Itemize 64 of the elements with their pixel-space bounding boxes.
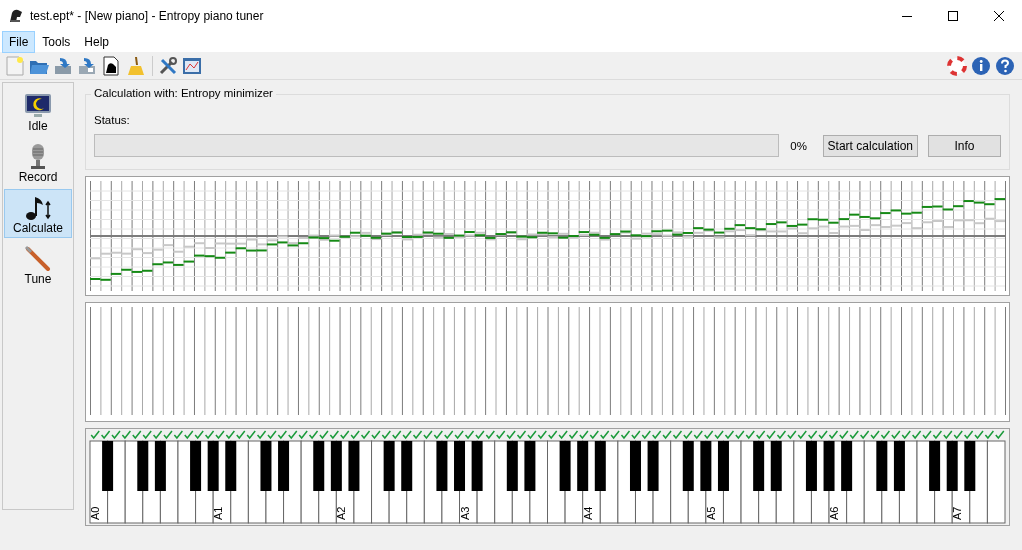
sharp-key[interactable] bbox=[260, 441, 272, 491]
sharp-key[interactable] bbox=[964, 441, 976, 491]
sharp-key[interactable] bbox=[401, 441, 413, 491]
menu-item[interactable]: Tools bbox=[35, 30, 78, 53]
progress-reading: 0% bbox=[789, 139, 808, 152]
sharp-key[interactable] bbox=[559, 441, 571, 491]
start-button[interactable]: Start calculation bbox=[822, 134, 918, 157]
sharp-key[interactable] bbox=[929, 441, 941, 491]
status-label: Status: bbox=[94, 114, 131, 126]
key-label: A4 bbox=[581, 506, 594, 520]
sharp-key[interactable] bbox=[594, 441, 606, 491]
document-icon[interactable] bbox=[100, 54, 122, 77]
sharp-key[interactable] bbox=[841, 441, 853, 491]
mode-button[interactable]: Record bbox=[4, 138, 72, 187]
sharp-key[interactable] bbox=[717, 441, 729, 491]
sharp-key[interactable] bbox=[647, 441, 659, 491]
sharp-key[interactable] bbox=[770, 441, 782, 491]
key-label: A2 bbox=[335, 506, 348, 520]
sharp-key[interactable] bbox=[805, 441, 817, 491]
sharp-key[interactable] bbox=[753, 441, 765, 491]
key-label: A0 bbox=[89, 506, 101, 520]
info-button[interactable]: Info bbox=[928, 134, 1001, 157]
sharp-key[interactable] bbox=[383, 441, 395, 491]
sharp-key[interactable] bbox=[225, 441, 237, 491]
sharp-key[interactable] bbox=[823, 441, 835, 491]
sharp-key[interactable] bbox=[700, 441, 712, 491]
sharp-key[interactable] bbox=[506, 441, 518, 491]
sharp-key[interactable] bbox=[436, 441, 448, 491]
sharp-key[interactable] bbox=[102, 441, 114, 491]
menu-item[interactable]: File bbox=[2, 30, 36, 53]
key-label: A3 bbox=[458, 506, 471, 520]
sharp-key[interactable] bbox=[313, 441, 325, 491]
sharp-key[interactable] bbox=[207, 441, 219, 491]
lifebuoy-icon[interactable] bbox=[946, 54, 968, 77]
sharp-key[interactable] bbox=[330, 441, 342, 491]
mode-button[interactable]: Tune bbox=[4, 240, 72, 289]
monitor-icon bbox=[22, 91, 54, 119]
mode-button[interactable]: Idle bbox=[4, 87, 72, 136]
sharp-key[interactable] bbox=[893, 441, 905, 491]
sharp-key[interactable] bbox=[682, 441, 694, 491]
info-icon[interactable] bbox=[970, 54, 992, 77]
close-icon bbox=[994, 10, 1004, 21]
key-label: A6 bbox=[828, 506, 841, 520]
group-title: Calculation with: Entropy minimizer bbox=[91, 87, 276, 99]
sharp-key[interactable] bbox=[577, 441, 589, 491]
sharp-key[interactable] bbox=[348, 441, 360, 491]
help-icon[interactable] bbox=[994, 54, 1016, 77]
maximize-icon bbox=[948, 10, 958, 21]
key-label: A1 bbox=[212, 506, 225, 520]
piano-icon bbox=[8, 7, 24, 24]
sharp-key[interactable] bbox=[278, 441, 290, 491]
window-title: test.ept* - [New piano] - Entropy piano tuner bbox=[30, 8, 265, 23]
mode-button[interactable]: Calculate bbox=[4, 189, 72, 238]
sharp-key[interactable] bbox=[190, 441, 202, 491]
sharp-key[interactable] bbox=[154, 441, 166, 491]
sharp-key[interactable] bbox=[471, 441, 483, 491]
sharp-key[interactable] bbox=[524, 441, 536, 491]
sharp-key[interactable] bbox=[946, 441, 958, 491]
sharp-key[interactable] bbox=[137, 441, 149, 491]
key-label: A5 bbox=[704, 506, 717, 520]
tools-icon[interactable] bbox=[157, 54, 179, 77]
sharp-key[interactable] bbox=[876, 441, 888, 491]
key-label: A7 bbox=[951, 506, 964, 520]
menu-item[interactable]: Help bbox=[77, 30, 117, 53]
